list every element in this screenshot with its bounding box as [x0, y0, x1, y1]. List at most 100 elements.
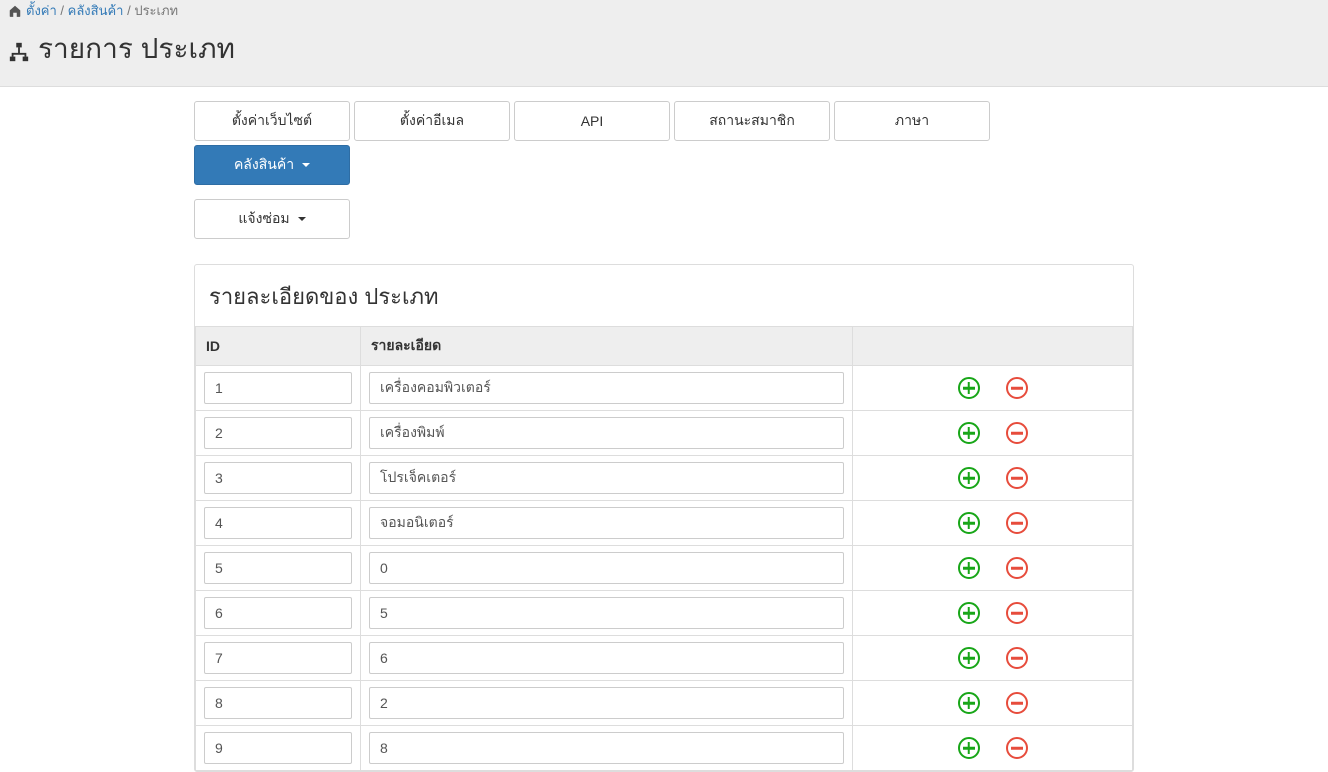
id-input[interactable] — [204, 552, 352, 584]
tab-ภาษา[interactable]: ภาษา — [834, 101, 990, 141]
page-title: รายการ ประเภท — [8, 27, 1320, 71]
remove-row-button[interactable] — [1005, 421, 1029, 445]
plus-circle-icon — [958, 467, 980, 489]
id-input[interactable] — [204, 372, 352, 404]
add-row-button[interactable] — [957, 556, 981, 580]
detail-panel: รายละเอียดของ ประเภท ID รายละเอียด — [194, 264, 1134, 772]
id-input[interactable] — [204, 507, 352, 539]
table-row — [196, 501, 1133, 546]
remove-row-button[interactable] — [1005, 511, 1029, 535]
table-row — [196, 681, 1133, 726]
detail-input[interactable] — [369, 417, 844, 449]
detail-input[interactable] — [369, 372, 844, 404]
detail-input[interactable] — [369, 552, 844, 584]
row-actions — [861, 511, 1124, 535]
detail-input[interactable] — [369, 642, 844, 674]
row-actions — [861, 421, 1124, 445]
detail-input[interactable] — [369, 732, 844, 764]
breadcrumb-item[interactable]: ตั้งค่า — [26, 3, 57, 18]
remove-row-button[interactable] — [1005, 646, 1029, 670]
tabs-row-1: ตั้งค่าเว็บไซต์ ตั้งค่าอีเมล API สถานะสมาชิ… — [194, 101, 1134, 185]
sitemap-icon — [8, 38, 30, 60]
row-actions — [861, 736, 1124, 760]
page-title-text: รายการ ประเภท — [38, 27, 235, 71]
tab-แจ้งซ่อม[interactable]: แจ้งซ่อม — [194, 199, 350, 239]
tab-สถานะสมาชิก[interactable]: สถานะสมาชิก — [674, 101, 830, 141]
table-row — [196, 456, 1133, 501]
add-row-button[interactable] — [957, 601, 981, 625]
add-row-button[interactable] — [957, 736, 981, 760]
id-input[interactable] — [204, 462, 352, 494]
minus-circle-icon — [1006, 557, 1028, 579]
tabs-row-2: แจ้งซ่อม — [194, 199, 1134, 239]
row-actions — [861, 601, 1124, 625]
detail-table: ID รายละเอียด — [195, 326, 1133, 771]
plus-circle-icon — [958, 512, 980, 534]
id-input[interactable] — [204, 642, 352, 674]
row-actions — [861, 466, 1124, 490]
panel-title: รายละเอียดของ ประเภท — [195, 265, 1133, 326]
tab-คลังสินค้า[interactable]: คลังสินค้า — [194, 145, 350, 185]
table-row — [196, 726, 1133, 771]
remove-row-button[interactable] — [1005, 601, 1029, 625]
detail-input[interactable] — [369, 507, 844, 539]
plus-circle-icon — [958, 602, 980, 624]
tab-label: API — [581, 113, 604, 129]
row-actions — [861, 646, 1124, 670]
col-header-actions — [853, 327, 1133, 366]
table-row — [196, 366, 1133, 411]
breadcrumb-separator: / — [123, 3, 134, 18]
plus-circle-icon — [958, 737, 980, 759]
plus-circle-icon — [958, 557, 980, 579]
remove-row-button[interactable] — [1005, 691, 1029, 715]
tab-label: ภาษา — [895, 110, 929, 132]
minus-circle-icon — [1006, 377, 1028, 399]
remove-row-button[interactable] — [1005, 736, 1029, 760]
id-input[interactable] — [204, 417, 352, 449]
add-row-button[interactable] — [957, 376, 981, 400]
minus-circle-icon — [1006, 467, 1028, 489]
id-input[interactable] — [204, 597, 352, 629]
home-icon — [8, 4, 22, 18]
detail-input[interactable] — [369, 597, 844, 629]
minus-circle-icon — [1006, 422, 1028, 444]
chevron-down-icon — [302, 163, 310, 167]
detail-input[interactable] — [369, 462, 844, 494]
table-row — [196, 546, 1133, 591]
add-row-button[interactable] — [957, 646, 981, 670]
row-actions — [861, 376, 1124, 400]
minus-circle-icon — [1006, 647, 1028, 669]
tab-label: คลังสินค้า — [234, 154, 294, 176]
tab-API[interactable]: API — [514, 101, 670, 141]
breadcrumb-item: ประเภท — [134, 3, 178, 18]
add-row-button[interactable] — [957, 421, 981, 445]
add-row-button[interactable] — [957, 466, 981, 490]
plus-circle-icon — [958, 422, 980, 444]
minus-circle-icon — [1006, 602, 1028, 624]
minus-circle-icon — [1006, 737, 1028, 759]
tab-label: ตั้งค่าอีเมล — [400, 110, 464, 132]
plus-circle-icon — [958, 377, 980, 399]
add-row-button[interactable] — [957, 691, 981, 715]
add-row-button[interactable] — [957, 511, 981, 535]
remove-row-button[interactable] — [1005, 376, 1029, 400]
detail-input[interactable] — [369, 687, 844, 719]
tab-ตั้งค่าอีเมล[interactable]: ตั้งค่าอีเมล — [354, 101, 510, 141]
row-actions — [861, 556, 1124, 580]
id-input[interactable] — [204, 732, 352, 764]
col-header-detail: รายละเอียด — [361, 327, 853, 366]
remove-row-button[interactable] — [1005, 466, 1029, 490]
breadcrumb: ตั้งค่า / คลังสินค้า / ประเภท — [8, 0, 1320, 27]
tab-ตั้งค่าเว็บไซต์[interactable]: ตั้งค่าเว็บไซต์ — [194, 101, 350, 141]
plus-circle-icon — [958, 647, 980, 669]
breadcrumb-separator: / — [57, 3, 68, 18]
remove-row-button[interactable] — [1005, 556, 1029, 580]
id-input[interactable] — [204, 687, 352, 719]
plus-circle-icon — [958, 692, 980, 714]
tab-label: แจ้งซ่อม — [238, 208, 289, 230]
breadcrumb-item[interactable]: คลังสินค้า — [68, 3, 124, 18]
table-row — [196, 411, 1133, 456]
tab-label: สถานะสมาชิก — [709, 110, 795, 132]
row-actions — [861, 691, 1124, 715]
minus-circle-icon — [1006, 512, 1028, 534]
